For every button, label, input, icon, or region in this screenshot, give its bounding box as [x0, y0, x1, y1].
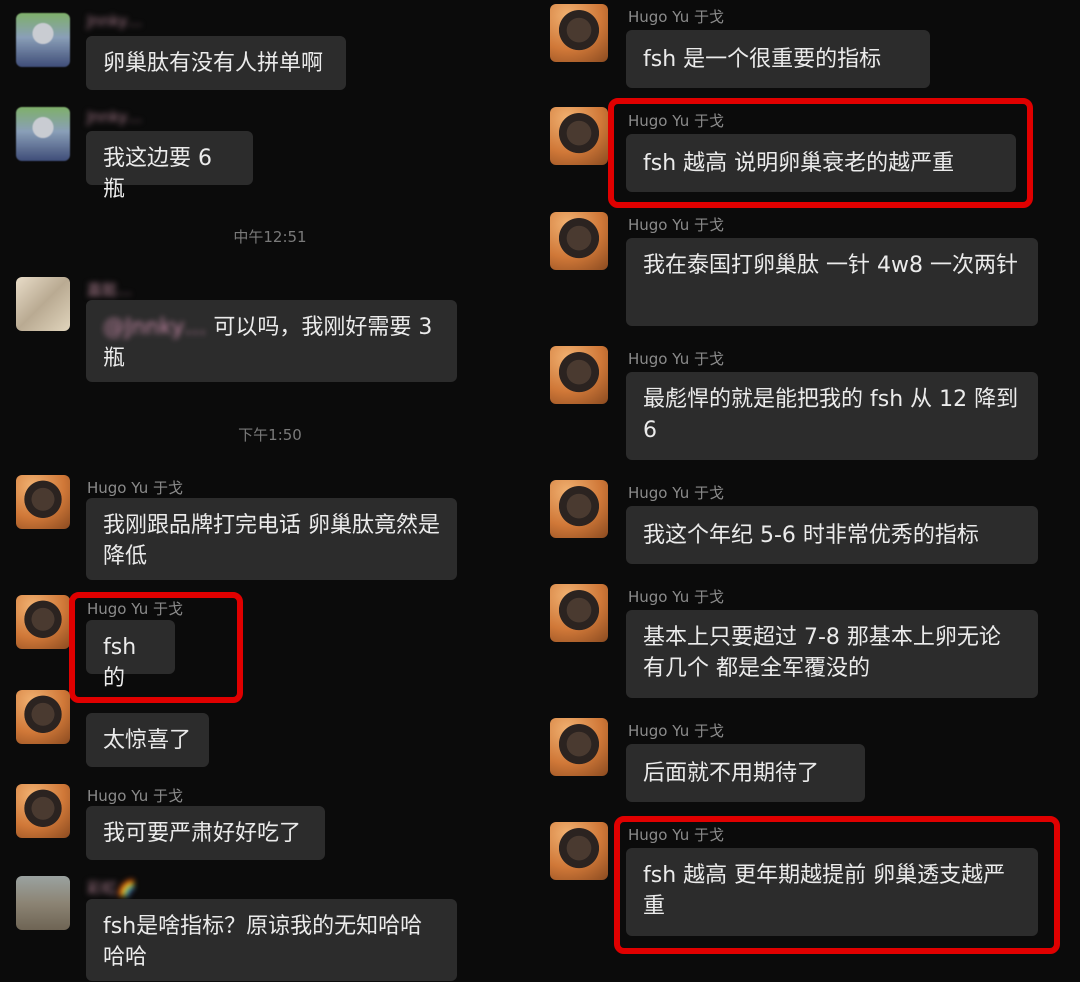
message-bubble[interactable]: 我刚跟品牌打完电话 卵巢肽竟然是降低: [86, 498, 457, 580]
sender-name: Jnnky…: [87, 12, 143, 30]
avatar[interactable]: [16, 107, 70, 161]
message-bubble[interactable]: @Jnnky… 可以吗，我刚好需要 3 瓶: [86, 300, 457, 382]
cat-avatar-icon[interactable]: [550, 346, 608, 404]
cat-avatar-icon[interactable]: [16, 784, 70, 838]
timestamp: 下午1:50: [238, 426, 302, 444]
cat-avatar-icon[interactable]: [16, 690, 70, 744]
sender-name: Hugo Yu 于戈: [628, 588, 724, 606]
right-chat-column: Hugo Yu 于戈 fsh 是一个很重要的指标 Hugo Yu 于戈 fsh …: [540, 0, 1080, 982]
timestamp: 中午12:51: [233, 228, 307, 246]
message-bubble[interactable]: fsh 是一个很重要的指标: [626, 30, 930, 88]
message-bubble[interactable]: 太惊喜了: [86, 713, 209, 767]
mention-tag[interactable]: @Jnnky…: [103, 315, 206, 340]
highlight-box: [69, 592, 243, 703]
sender-name: Jnnky…: [87, 108, 143, 126]
message-bubble[interactable]: 我这个年纪 5-6 时非常优秀的指标: [626, 506, 1038, 564]
cat-avatar-icon[interactable]: [16, 595, 70, 649]
avatar[interactable]: [16, 13, 70, 67]
highlight-box: [614, 816, 1060, 954]
message-bubble[interactable]: fsh是啥指标？原谅我的无知哈哈哈哈: [86, 899, 457, 981]
sender-name: Hugo Yu 于戈: [87, 787, 183, 805]
message-bubble[interactable]: 我这边要 6 瓶: [86, 131, 253, 202]
cat-avatar-icon[interactable]: [550, 822, 608, 880]
message-bubble[interactable]: 我在泰国打卵巢肽 一针 4w8 一次两针: [626, 238, 1038, 326]
message-bubble[interactable]: 我可要严肃好好吃了: [86, 806, 325, 860]
highlight-box: [608, 98, 1033, 208]
sender-name: Hugo Yu 于戈: [628, 216, 724, 234]
sender-name: Hugo Yu 于戈: [628, 722, 724, 740]
sender-name: Hugo Yu 于戈: [628, 350, 724, 368]
sender-name: Hugo Yu 于戈: [628, 484, 724, 502]
avatar[interactable]: [16, 277, 70, 331]
cat-avatar-icon[interactable]: [550, 718, 608, 776]
message-bubble[interactable]: 最彪悍的就是能把我的 fsh 从 12 降到 6: [626, 372, 1038, 460]
cat-avatar-icon[interactable]: [550, 4, 608, 62]
avatar[interactable]: [16, 876, 70, 930]
cat-avatar-icon[interactable]: [550, 107, 608, 165]
cat-avatar-icon[interactable]: [550, 480, 608, 538]
cat-avatar-icon[interactable]: [16, 475, 70, 529]
message-bubble[interactable]: 后面就不用期待了: [626, 744, 865, 802]
sender-name: 彩虹🌈: [87, 879, 136, 897]
sender-name: Hugo Yu 于戈: [87, 479, 183, 497]
message-bubble[interactable]: 卵巢肽有没有人拼单啊: [86, 36, 346, 90]
sender-name: 嘉懿…: [87, 281, 133, 299]
cat-avatar-icon[interactable]: [550, 584, 608, 642]
cat-avatar-icon[interactable]: [550, 212, 608, 270]
sender-name: Hugo Yu 于戈: [628, 8, 724, 26]
left-chat-column: Jnnky… 卵巢肽有没有人拼单啊 Jnnky… 我这边要 6 瓶 中午12:5…: [0, 0, 540, 982]
message-bubble[interactable]: 基本上只要超过 7-8 那基本上卵无论有几个 都是全军覆没的: [626, 610, 1038, 698]
